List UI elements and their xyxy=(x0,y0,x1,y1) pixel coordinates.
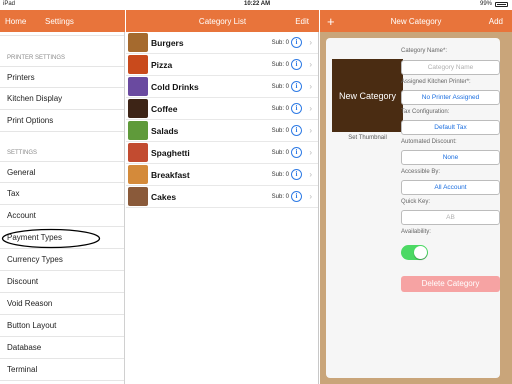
category-name: Pizza xyxy=(151,59,173,70)
set-thumbnail-button[interactable]: Set Thumbnail xyxy=(332,135,403,141)
printer-settings-section: PRINTER SETTINGS xyxy=(7,55,66,61)
automated-discount-label: Automated Discount: xyxy=(401,139,457,145)
automated-discount-select[interactable]: None xyxy=(401,150,500,165)
category-thumbnail-preview[interactable]: New Category xyxy=(332,59,403,132)
sidebar-item-print-options[interactable]: Print Options xyxy=(0,110,124,132)
category-thumbnail xyxy=(128,187,148,206)
sidebar-item-void-reason[interactable]: Void Reason xyxy=(0,293,124,315)
category-thumbnail xyxy=(128,121,148,140)
sidebar-item-kitchen-display[interactable]: Kitchen Display xyxy=(0,88,124,110)
info-icon[interactable]: i xyxy=(291,147,302,158)
category-name: Burgers xyxy=(151,37,184,48)
info-icon[interactable]: i xyxy=(291,59,302,70)
sidebar-item-discount[interactable]: Discount xyxy=(0,271,124,293)
quick-key-label: Quick Key: xyxy=(401,199,431,205)
chevron-right-icon: › xyxy=(309,148,312,157)
subcategory-count: Sub: 0 xyxy=(271,193,289,200)
sidebar-item-button-layout[interactable]: Button Layout xyxy=(0,315,124,337)
clock: 10:22 AM xyxy=(244,1,271,7)
category-list-header: Category List Edit xyxy=(126,10,319,32)
kitchen-printer-label: Assigned Kitchen Printer*: xyxy=(401,79,471,85)
add-button[interactable]: Add xyxy=(489,17,503,26)
category-name: Breakfast xyxy=(151,169,190,180)
subcategory-count: Sub: 0 xyxy=(271,127,289,134)
info-icon[interactable]: i xyxy=(291,103,302,114)
accessible-by-select[interactable]: All Account xyxy=(401,180,500,195)
category-row[interactable]: Salads Sub: 0 i › xyxy=(126,120,318,142)
category-row[interactable]: Breakfast Sub: 0 i › xyxy=(126,164,318,186)
subcategory-count: Sub: 0 xyxy=(271,39,289,46)
carrier-label: iPad xyxy=(3,1,16,7)
info-icon[interactable]: i xyxy=(291,125,302,136)
category-name: Cold Drinks xyxy=(151,81,199,92)
annotation-ellipse xyxy=(1,228,101,249)
quick-key-input[interactable]: AB xyxy=(401,210,500,225)
home-button[interactable]: Home xyxy=(5,17,26,26)
new-category-title: New Category xyxy=(390,16,442,26)
category-thumbnail xyxy=(128,165,148,184)
chevron-right-icon: › xyxy=(309,170,312,179)
chevron-right-icon: › xyxy=(309,104,312,113)
category-thumbnail xyxy=(128,143,148,162)
chevron-right-icon: › xyxy=(309,82,312,91)
settings-sidebar: PRINTER SETTINGS Printers Kitchen Displa… xyxy=(0,32,125,384)
new-category-header: + New Category Add xyxy=(320,10,512,32)
subcategory-count: Sub: 0 xyxy=(271,149,289,156)
tax-config-label: Tax Configuration: xyxy=(401,109,450,115)
accessible-by-label: Accessible By: xyxy=(401,169,441,175)
category-thumbnail xyxy=(128,33,148,52)
category-form-card: New Category Set Thumbnail Category Name… xyxy=(326,38,500,378)
category-list-title: Category List xyxy=(198,16,247,26)
subcategory-count: Sub: 0 xyxy=(271,83,289,90)
category-list: Burgers Sub: 0 i › Pizza Sub: 0 i › Cold Drinks S… xyxy=(126,32,319,384)
chevron-right-icon: › xyxy=(309,126,312,135)
sidebar-item-terminal[interactable]: Terminal xyxy=(0,359,124,381)
delete-category-button[interactable]: Delete Category xyxy=(401,276,500,292)
sidebar-item-currency-types[interactable]: Currency Types xyxy=(0,249,124,271)
tax-config-select[interactable]: Default Tax xyxy=(401,120,500,135)
chevron-right-icon: › xyxy=(309,60,312,69)
info-icon[interactable]: i xyxy=(291,191,302,202)
subcategory-count: Sub: 0 xyxy=(271,171,289,178)
edit-button[interactable]: Edit xyxy=(295,17,309,26)
category-name-input[interactable]: Category Name xyxy=(401,60,500,75)
sidebar-item-printers[interactable]: Printers xyxy=(0,66,124,88)
availability-toggle[interactable] xyxy=(401,245,428,260)
sidebar-item-account[interactable]: Account xyxy=(0,205,124,227)
category-name: Cakes xyxy=(151,191,177,202)
sidebar-item-tax[interactable]: Tax xyxy=(0,183,124,205)
chevron-right-icon: › xyxy=(309,192,312,201)
category-name: Spaghetti xyxy=(151,147,190,158)
sidebar-item-general[interactable]: General xyxy=(0,161,124,183)
category-name: Coffee xyxy=(151,103,178,114)
battery-percent: 99% xyxy=(479,1,492,7)
availability-label: Availability: xyxy=(401,229,431,235)
status-bar: iPad 10:22 AM 99% xyxy=(0,0,512,10)
settings-section: SETTINGS xyxy=(7,150,38,156)
category-detail-panel: New Category Set Thumbnail Category Name… xyxy=(320,32,512,384)
sidebar-item-database[interactable]: Database xyxy=(0,337,124,359)
chevron-right-icon: › xyxy=(309,38,312,47)
settings-title: Settings xyxy=(45,16,74,26)
category-name-label: Category Name*: xyxy=(401,48,448,54)
info-icon[interactable]: i xyxy=(291,81,302,92)
category-name: Salads xyxy=(151,125,179,136)
sidebar-item-payment-types[interactable]: Payment Types xyxy=(0,227,124,249)
category-row[interactable]: Coffee Sub: 0 i › xyxy=(126,98,318,120)
category-row[interactable]: Cold Drinks Sub: 0 i › xyxy=(126,76,318,98)
info-icon[interactable]: i xyxy=(291,169,302,180)
category-thumbnail xyxy=(128,99,148,118)
category-row[interactable]: Spaghetti Sub: 0 i › xyxy=(126,142,318,164)
settings-header: Home Settings xyxy=(0,10,125,32)
category-thumbnail xyxy=(128,77,148,96)
kitchen-printer-select[interactable]: No Printer Assigned xyxy=(401,90,500,105)
category-row[interactable]: Pizza Sub: 0 i › xyxy=(126,54,318,76)
category-row[interactable]: Cakes Sub: 0 i › xyxy=(126,186,318,208)
category-row[interactable]: Burgers Sub: 0 i › xyxy=(126,32,318,54)
info-icon[interactable]: i xyxy=(291,37,302,48)
subcategory-count: Sub: 0 xyxy=(271,105,289,112)
category-thumbnail xyxy=(128,55,148,74)
subcategory-count: Sub: 0 xyxy=(271,61,289,68)
battery-icon xyxy=(495,1,508,7)
